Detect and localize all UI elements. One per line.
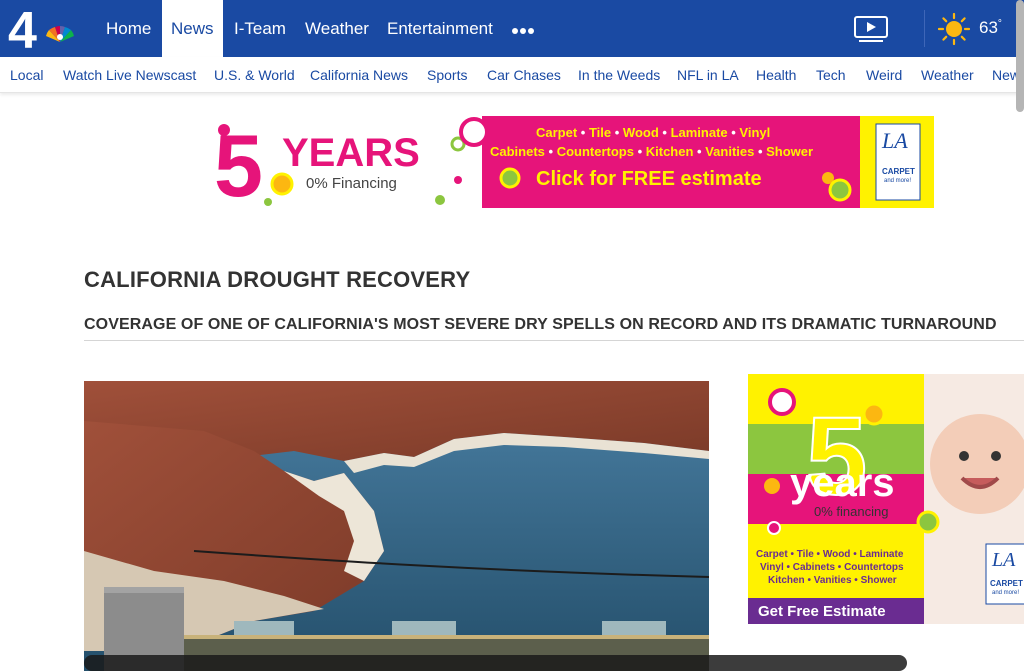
hero-image-reservoir[interactable]	[84, 381, 709, 671]
nav-news[interactable]: News	[162, 0, 223, 57]
subnav-car-chases[interactable]: Car Chases	[487, 57, 561, 92]
svg-text:Kitchen • Vanities • Shower: Kitchen • Vanities • Shower	[768, 575, 897, 586]
video-play-icon[interactable]	[853, 15, 889, 43]
subnav-local[interactable]: Local	[10, 57, 43, 92]
svg-text:LA: LA	[991, 549, 1016, 571]
temperature-readout[interactable]: 63°	[979, 18, 1002, 38]
svg-text:years: years	[790, 461, 895, 505]
subnav-weather[interactable]: Weather	[921, 57, 974, 92]
subnav-health[interactable]: Health	[756, 57, 796, 92]
banner-line2: Cabinets • Countertops • Kitchen • Vanit…	[490, 144, 813, 159]
svg-text:4: 4	[8, 4, 37, 54]
subnav-in-the-weeds[interactable]: In the Weeds	[578, 57, 660, 92]
horizontal-scrollbar[interactable]	[84, 655, 907, 671]
svg-text:0% financing: 0% financing	[814, 504, 888, 519]
svg-text:LA: LA	[881, 128, 908, 153]
svg-text:YEARS: YEARS	[282, 131, 420, 175]
side-ad[interactable]: 5 years 0% financing Carpet • Tile • Woo…	[748, 374, 1024, 624]
page-subtitle: COVERAGE OF ONE OF CALIFORNIA'S MOST SEV…	[84, 316, 997, 333]
svg-text:Vinyl • Cabinets • Countertops: Vinyl • Cabinets • Countertops	[760, 562, 904, 573]
nav-home[interactable]: Home	[97, 0, 160, 57]
svg-text:0% Financing: 0% Financing	[306, 175, 397, 192]
svg-text:Carpet • Tile • Wood • Laminat: Carpet • Tile • Wood • Laminate	[756, 549, 904, 560]
svg-text:and more!: and more!	[992, 590, 1019, 596]
top-navigation-bar: 4 Home News I-Team Weather Entertainment	[0, 0, 1024, 60]
banner-line1: Carpet • Tile • Wood • Laminate • Vinyl	[536, 125, 770, 140]
svg-text:CARPET: CARPET	[990, 579, 1023, 588]
subnav-sports[interactable]: Sports	[427, 57, 467, 92]
nbc4-logo[interactable]: 4	[8, 2, 80, 60]
more-dots-icon[interactable]	[512, 20, 538, 40]
svg-text:CARPET: CARPET	[882, 167, 915, 176]
svg-text:Click for FREE estimate: Click for FREE estimate	[536, 168, 762, 190]
svg-text:Get Free Estimate: Get Free Estimate	[758, 603, 886, 620]
subnav-california-news[interactable]: California News	[310, 57, 408, 92]
svg-text:and more!: and more!	[884, 178, 911, 184]
subnav-watch-live[interactable]: Watch Live Newscast	[63, 57, 196, 92]
sun-icon[interactable]	[937, 12, 971, 46]
nav-entertainment[interactable]: Entertainment	[378, 0, 502, 57]
nav-weather[interactable]: Weather	[296, 0, 378, 57]
subnav-tech[interactable]: Tech	[816, 57, 846, 92]
section-subnav: Local Watch Live Newscast U.S. & World C…	[0, 57, 1024, 93]
banner-ad[interactable]: 5 YEARS 0% Financing Carpet • Tile • Woo…	[210, 116, 934, 208]
vertical-scrollbar[interactable]	[1016, 0, 1024, 112]
nav-i-team[interactable]: I-Team	[225, 0, 295, 57]
divider	[84, 340, 1024, 341]
nav-divider	[924, 10, 925, 47]
subnav-us-world[interactable]: U.S. & World	[214, 57, 295, 92]
subnav-weird[interactable]: Weird	[866, 57, 902, 92]
page-title: CALIFORNIA DROUGHT RECOVERY	[84, 267, 471, 292]
subnav-nfl-in-la[interactable]: NFL in LA	[677, 57, 739, 92]
